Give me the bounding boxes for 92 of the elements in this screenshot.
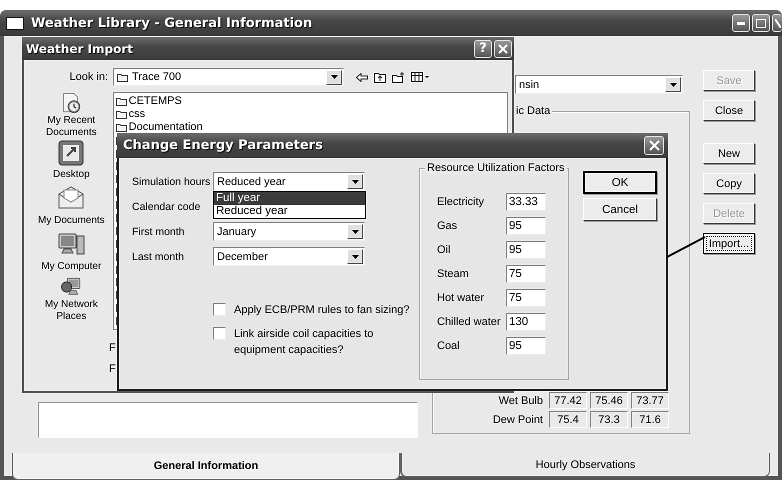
file-name[interactable]: CETEMPS xyxy=(128,95,182,108)
file-name[interactable]: css xyxy=(128,108,146,120)
close-icon xyxy=(648,140,660,151)
reading-cell: 73.3 xyxy=(590,411,628,428)
close-button[interactable] xyxy=(494,40,512,58)
reading-label: Wet Bulb xyxy=(498,394,543,406)
action-button[interactable]: New xyxy=(703,143,755,164)
notes-field[interactable] xyxy=(38,402,418,438)
reading-cell: 77.42 xyxy=(549,392,587,409)
dropdown-button[interactable] xyxy=(665,77,681,92)
caret-icon xyxy=(352,254,358,258)
reading-cell: 75.46 xyxy=(590,392,628,409)
window-title: Weather Library - General Information xyxy=(31,16,314,30)
desktop-icon xyxy=(56,138,86,168)
close-button[interactable] xyxy=(644,136,664,155)
leader-line xyxy=(666,236,706,258)
factor-field[interactable]: 75 xyxy=(506,265,546,283)
factor-label: Coal xyxy=(437,340,461,352)
minimize-button[interactable] xyxy=(732,14,750,32)
dropdown-button[interactable] xyxy=(347,224,363,239)
factor-label: Hot water xyxy=(437,292,486,304)
factor-field[interactable]: 95 xyxy=(506,217,546,235)
tab[interactable]: Hourly Observations xyxy=(400,453,770,477)
caret-icon xyxy=(330,75,338,79)
close-button[interactable] xyxy=(772,14,782,32)
look-in-dropdown[interactable]: Trace 700 xyxy=(113,68,344,86)
dropdown-button[interactable] xyxy=(326,70,342,84)
maximize-button[interactable] xyxy=(752,14,770,32)
location-dropdown[interactable]: nsin xyxy=(515,75,683,94)
tab[interactable]: General Information xyxy=(12,453,400,480)
factor-label: Steam xyxy=(437,268,470,280)
dropdown-field[interactable]: Reduced year xyxy=(213,172,365,191)
dialog-button[interactable]: Cancel xyxy=(583,198,657,221)
factor-field[interactable]: 75 xyxy=(506,289,546,307)
factor-label: Chilled water xyxy=(437,316,502,328)
file-name[interactable]: Documentation xyxy=(128,121,203,134)
caret-icon xyxy=(352,180,358,184)
field-label: Last month xyxy=(132,250,185,262)
new-folder-icon[interactable] xyxy=(392,72,405,82)
dropdown-button[interactable] xyxy=(347,249,363,264)
minimize-icon xyxy=(737,22,745,24)
dialog-title: Weather Import xyxy=(26,42,134,56)
dialog-button[interactable]: OK xyxy=(583,171,657,194)
place-label[interactable]: Desktop xyxy=(52,169,90,180)
checkbox[interactable] xyxy=(213,303,226,316)
reading-cell: 73.77 xyxy=(631,392,669,409)
dropdown-option[interactable]: Full year xyxy=(214,192,365,205)
field-label: Simulation hours xyxy=(132,176,212,188)
folder-icon xyxy=(116,110,127,119)
field-label: Calendar code xyxy=(132,200,202,212)
factor-field[interactable]: 130 xyxy=(506,313,546,331)
action-button[interactable]: Copy xyxy=(703,173,755,194)
view-menu-icon[interactable] xyxy=(411,72,429,82)
up-folder-icon[interactable] xyxy=(374,72,386,82)
caret-icon xyxy=(670,82,676,86)
field-label: First month xyxy=(132,226,186,238)
group-title: ic Data xyxy=(514,105,552,117)
factor-field[interactable]: 33.33 xyxy=(506,193,546,211)
maximize-icon xyxy=(756,18,766,28)
back-arrow-icon[interactable] xyxy=(356,72,368,82)
reading-label: Dew Point xyxy=(492,414,543,426)
reading-cell: 75.4 xyxy=(549,411,587,428)
dropdown-field[interactable]: January xyxy=(213,222,365,241)
checkbox[interactable] xyxy=(213,327,226,340)
factor-label: Electricity xyxy=(437,196,486,208)
field-label: F xyxy=(109,363,116,375)
place-label[interactable]: My Recent Documents xyxy=(32,115,110,138)
dialog-title: Change Energy Parameters xyxy=(123,138,324,153)
dropdown-field[interactable]: December xyxy=(213,247,365,266)
reading-cell: 71.6 xyxy=(631,411,669,428)
folder-icon xyxy=(116,96,127,106)
factor-field[interactable]: 95 xyxy=(506,337,546,355)
close-icon xyxy=(774,18,780,28)
look-in-label: Look in: xyxy=(68,71,108,83)
group-title: Resource Utilization Factors xyxy=(425,162,567,174)
factor-label: Gas xyxy=(437,220,458,232)
place-label[interactable]: My Documents xyxy=(38,215,105,226)
close-icon xyxy=(498,44,508,54)
place-label[interactable]: My Network Places xyxy=(32,299,110,322)
field-label: F xyxy=(109,342,116,354)
action-button[interactable]: Close xyxy=(703,100,755,121)
factor-field[interactable]: 95 xyxy=(506,241,546,259)
checkbox-label: Link airside coil capacities to equipment capacities? xyxy=(234,327,374,358)
folder-icon xyxy=(117,72,128,82)
checkbox-label: Apply ECB/PRM rules to fan sizing? xyxy=(234,303,410,318)
place-label[interactable]: My Computer xyxy=(41,261,102,272)
caret-icon xyxy=(352,230,358,234)
app-icon xyxy=(6,16,24,30)
action-button[interactable]: Import... xyxy=(703,233,755,254)
factor-label: Oil xyxy=(437,244,452,256)
help-button[interactable]: ? xyxy=(474,40,492,58)
dropdown-button[interactable] xyxy=(347,174,363,189)
